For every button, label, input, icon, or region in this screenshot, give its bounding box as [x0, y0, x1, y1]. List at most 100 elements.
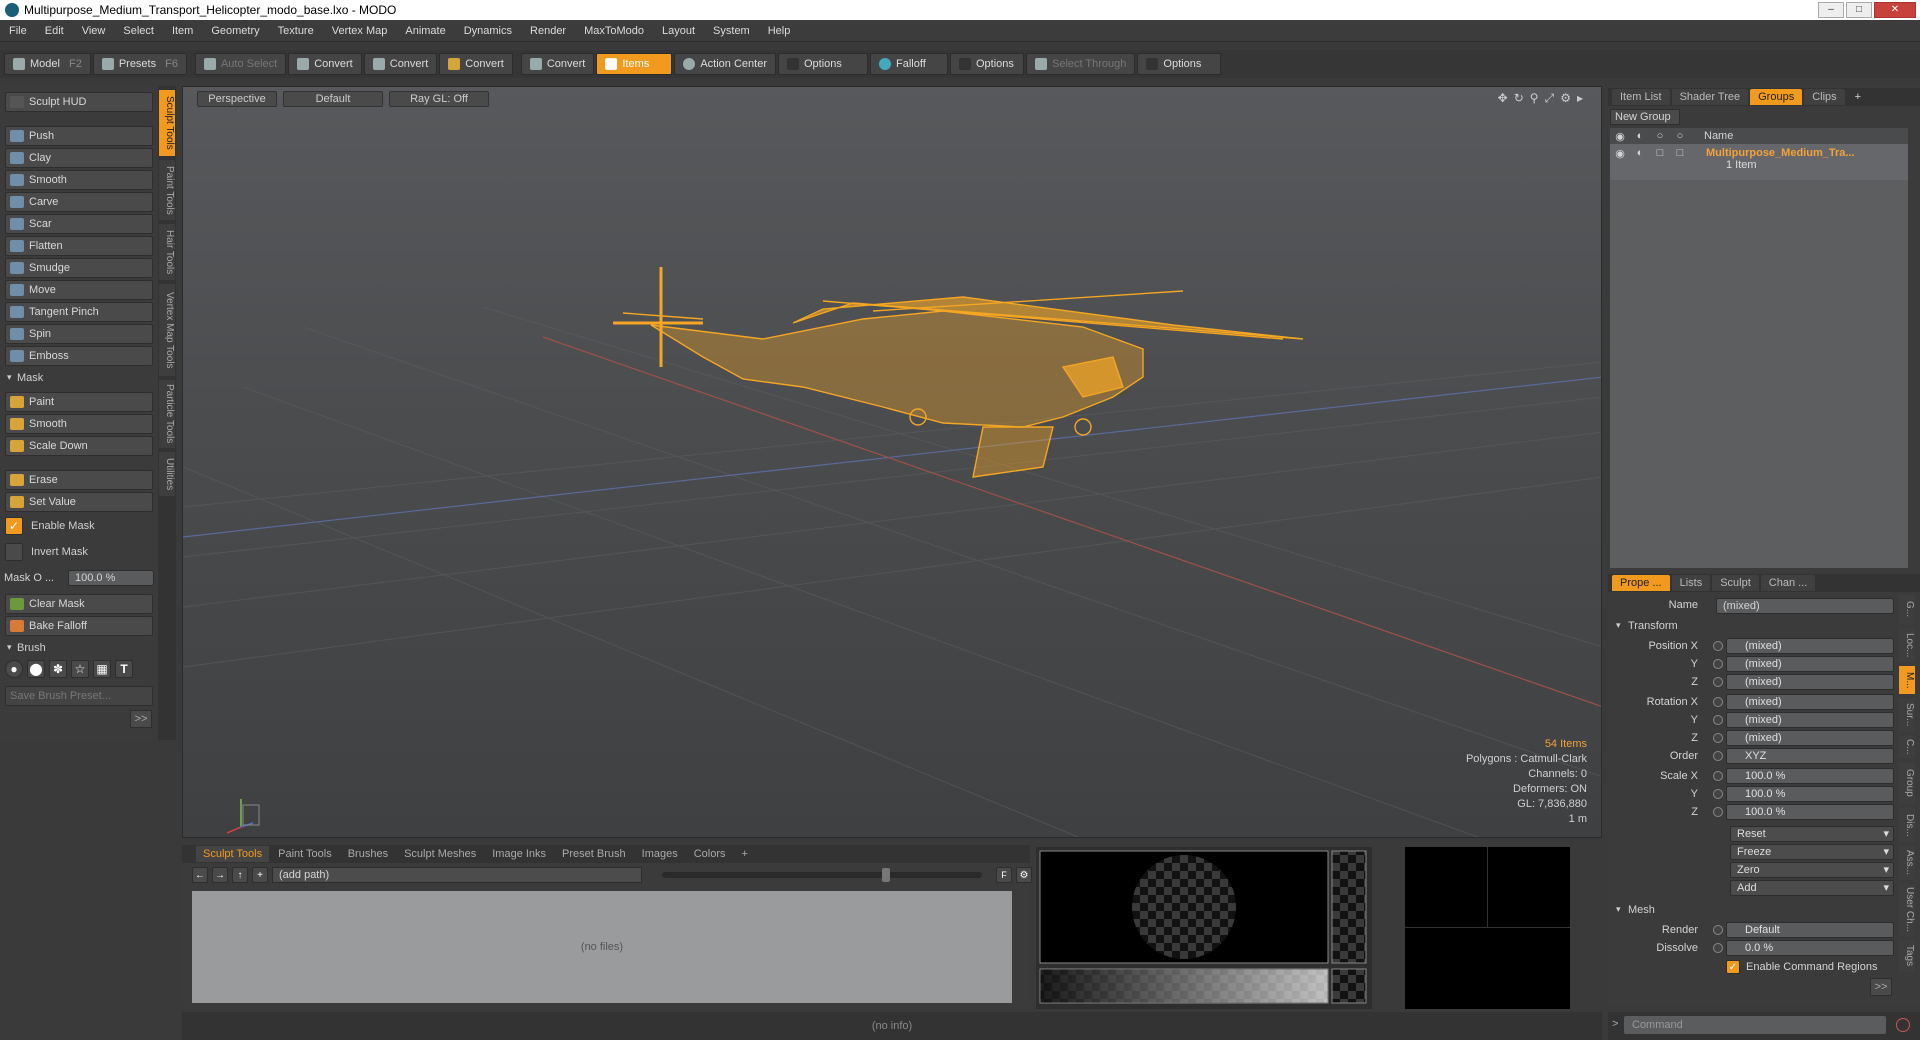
brush-section-header[interactable]: Brush	[5, 642, 153, 658]
convert-button-3[interactable]: Convert	[439, 53, 513, 75]
position-x-field[interactable]: (mixed)	[1713, 638, 1894, 654]
name-field[interactable]: (mixed)	[1716, 598, 1894, 614]
vtab-c[interactable]: C...	[1899, 736, 1915, 758]
add-tab-icon[interactable]: +	[1855, 91, 1861, 103]
tab-colors[interactable]: Colors	[687, 846, 733, 862]
rotation-x-field[interactable]: (mixed)	[1713, 694, 1894, 710]
vtab-user-ch[interactable]: User Ch...	[1899, 884, 1915, 936]
set-value-button[interactable]: Set Value	[5, 492, 153, 512]
bake-falloff-button[interactable]: Bake Falloff	[5, 616, 153, 636]
vtab-paint-tools[interactable]: Paint Tools	[159, 160, 175, 220]
convert-button-2[interactable]: Convert	[363, 53, 438, 75]
minimize-button[interactable]: –	[1818, 2, 1844, 18]
thumbnail-size-slider[interactable]	[662, 868, 982, 882]
slider-handle[interactable]	[882, 868, 890, 882]
mask-smooth-button[interactable]: Smooth	[5, 414, 153, 434]
presets-button[interactable]: Presets F6	[92, 53, 187, 75]
tab-image-inks[interactable]: Image Inks	[485, 846, 553, 862]
transform-section[interactable]: Transform	[1616, 620, 1678, 632]
brush-text-icon[interactable]: T	[115, 660, 133, 678]
menu-animate[interactable]: Animate	[396, 25, 454, 37]
tool-move[interactable]: Move	[5, 280, 153, 300]
brush-hard-icon[interactable]: ⬤	[27, 660, 45, 678]
up-folder-icon[interactable]: ↑	[232, 867, 248, 883]
add-path-icon[interactable]: +	[252, 867, 268, 883]
vtab-sculpt-tools[interactable]: Sculpt Tools	[159, 90, 175, 156]
sculpt-hud-button[interactable]: Sculpt HUD	[5, 92, 153, 112]
menu-select[interactable]: Select	[114, 25, 163, 37]
menu-edit[interactable]: Edit	[36, 25, 73, 37]
action-center-button[interactable]: Action Center	[674, 53, 776, 75]
keyframe-dot-icon[interactable]	[1713, 715, 1723, 725]
menu-layout[interactable]: Layout	[653, 25, 704, 37]
convert-button-4[interactable]: Convert	[520, 53, 595, 75]
render-toggle-icon[interactable]: ◐	[1630, 147, 1650, 159]
clear-mask-button[interactable]: Clear Mask	[5, 594, 153, 614]
file-list-area[interactable]: (no files)	[192, 891, 1012, 1003]
tool-smooth[interactable]: Smooth	[5, 170, 153, 190]
auto-select-button[interactable]: Auto Select	[194, 53, 287, 75]
back-arrow-icon[interactable]: ←	[192, 867, 208, 883]
eye-icon[interactable]: ◉	[1610, 147, 1630, 160]
vtab-vertex-map-tools[interactable]: Vertex Map Tools	[159, 284, 175, 376]
vtab-m[interactable]: M...	[1899, 666, 1915, 694]
order-dropdown[interactable]: XYZ	[1713, 748, 1894, 764]
freeze-dropdown[interactable]: Freeze	[1730, 844, 1894, 860]
rotation-y-field[interactable]: (mixed)	[1713, 712, 1894, 728]
menu-dynamics[interactable]: Dynamics	[455, 25, 521, 37]
render-dropdown[interactable]: Default	[1713, 922, 1894, 938]
tab-shader-tree[interactable]: Shader Tree	[1671, 89, 1749, 105]
tool-scar[interactable]: Scar	[5, 214, 153, 234]
brush-soft-icon[interactable]: ●	[5, 660, 23, 678]
tab-sculpt-tools-browser[interactable]: Sculpt Tools	[196, 846, 270, 862]
keyframe-dot-icon[interactable]	[1713, 751, 1723, 761]
tool-smudge[interactable]: Smudge	[5, 258, 153, 278]
keyframe-dot-icon[interactable]	[1713, 733, 1723, 743]
mask-section-header[interactable]: Mask	[5, 372, 153, 388]
tool-spin[interactable]: Spin	[5, 324, 153, 344]
brush-splat-icon[interactable]: ✽	[49, 660, 67, 678]
vtab-group[interactable]: Group	[1899, 762, 1915, 804]
mask-paint-button[interactable]: Paint	[5, 392, 153, 412]
keyframe-dot-icon[interactable]	[1713, 659, 1723, 669]
path-dropdown[interactable]: (add path)	[272, 867, 642, 883]
tab-clips[interactable]: Clips	[1804, 89, 1845, 105]
keyframe-dot-icon[interactable]	[1713, 641, 1723, 651]
enable-mask-checkbox[interactable]: ✓ Enable Mask	[5, 516, 153, 536]
tab-brushes[interactable]: Brushes	[341, 846, 395, 862]
vtab-utilities[interactable]: Utilities	[159, 452, 175, 496]
tool-flatten[interactable]: Flatten	[5, 236, 153, 256]
more-button[interactable]: >>	[130, 710, 152, 728]
properties-more-button[interactable]: >>	[1870, 978, 1892, 996]
menu-system[interactable]: System	[704, 25, 759, 37]
vtab-sur[interactable]: Sur...	[1899, 698, 1915, 732]
command-stop-icon[interactable]	[1896, 1018, 1910, 1032]
keyframe-dot-icon[interactable]	[1713, 943, 1723, 953]
tool-push[interactable]: Push	[5, 126, 153, 146]
menu-file[interactable]: File	[0, 25, 36, 37]
convert-button-1[interactable]: Convert	[288, 53, 362, 75]
enable-command-regions-checkbox[interactable]: ✓ Enable Command Regions	[1726, 960, 1877, 974]
mask-opacity-field[interactable]: 100.0 %	[68, 570, 154, 586]
options-button-2[interactable]: Options	[950, 53, 1024, 75]
items-mode-button[interactable]: Items	[596, 53, 673, 75]
menu-geometry[interactable]: Geometry	[202, 25, 268, 37]
vtab-hair-tools[interactable]: Hair Tools	[159, 224, 175, 280]
zero-dropdown[interactable]: Zero	[1730, 862, 1894, 878]
keyframe-dot-icon[interactable]	[1713, 807, 1723, 817]
tab-channels[interactable]: Chan ...	[1760, 575, 1816, 591]
filter-icon[interactable]: F	[996, 867, 1012, 883]
mesh-section[interactable]: Mesh	[1616, 904, 1655, 916]
tool-tangent-pinch[interactable]: Tangent Pinch	[5, 302, 153, 322]
keyframe-dot-icon[interactable]	[1713, 697, 1723, 707]
vtab-loc[interactable]: Loc...	[1899, 628, 1915, 662]
keyframe-dot-icon[interactable]	[1713, 771, 1723, 781]
tool-clay[interactable]: Clay	[5, 148, 153, 168]
keyframe-dot-icon[interactable]	[1713, 677, 1723, 687]
menu-render[interactable]: Render	[521, 25, 575, 37]
tab-images[interactable]: Images	[635, 846, 685, 862]
options-button-3[interactable]: Options	[1137, 53, 1222, 75]
keyframe-dot-icon[interactable]	[1713, 925, 1723, 935]
new-group-button[interactable]: New Group	[1610, 109, 1680, 125]
reset-dropdown[interactable]: Reset	[1730, 826, 1894, 842]
